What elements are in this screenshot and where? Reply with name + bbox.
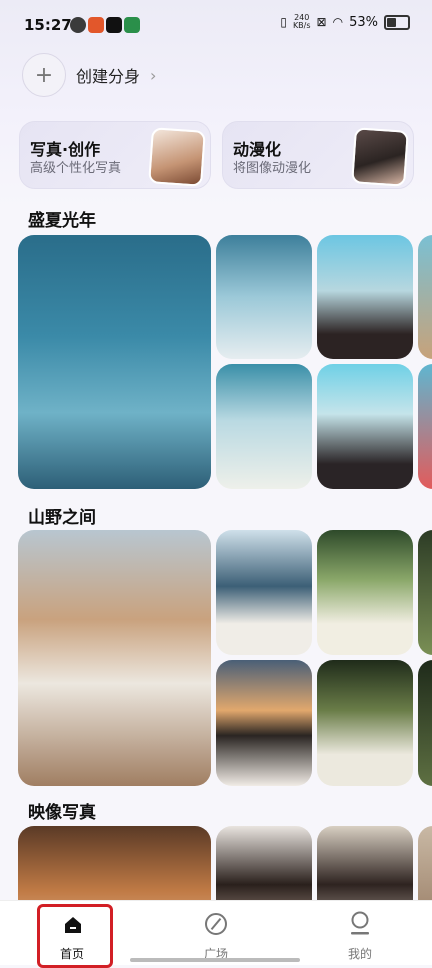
wifi-icon: ◠ [332, 15, 344, 29]
app-notification-icon [124, 17, 140, 33]
photo-tile[interactable] [418, 660, 432, 786]
section-title: 山野之间 [28, 508, 96, 528]
nav-profile-label: 我的 [347, 947, 372, 961]
plus-icon: + [22, 53, 66, 97]
photo-tile[interactable] [317, 530, 413, 655]
battery-percent: 53% [349, 14, 378, 30]
app-notification-icon [70, 17, 86, 33]
chevron-right-icon: › [150, 65, 157, 85]
card-subtitle: 高级个性化写真 [30, 161, 122, 176]
photo-tile[interactable] [317, 235, 413, 359]
photo-tile[interactable] [418, 235, 432, 359]
photo-tile[interactable] [216, 364, 312, 489]
tiktok-icon [106, 17, 122, 33]
photo-tile[interactable] [18, 235, 211, 489]
photo-tile[interactable] [418, 530, 432, 655]
create-avatar-button[interactable]: + 创建分身 › [22, 53, 156, 97]
app-notification-icon [88, 17, 104, 33]
anime-card[interactable]: 动漫化 将图像动漫化 [222, 121, 414, 189]
section-title: 映像写真 [28, 803, 96, 823]
sim-icon: ⊠ [316, 15, 327, 29]
card-subtitle: 将图像动漫化 [233, 161, 312, 176]
photo-tile[interactable] [216, 530, 312, 655]
highlight-box [37, 904, 113, 968]
battery-icon [384, 14, 410, 30]
nav-profile[interactable]: 我的 [315, 901, 405, 965]
status-right: ▯ 240 KB/s ⊠ ◠ 53% [280, 14, 410, 30]
photo-tile[interactable] [418, 364, 432, 489]
status-time: 15:27 [24, 16, 72, 34]
photo-creation-card[interactable]: 写真·创作 高级个性化写真 [19, 121, 211, 189]
home-indicator [130, 958, 300, 962]
user-icon [351, 911, 369, 935]
vibrate-icon: ▯ [280, 15, 287, 29]
create-avatar-label: 创建分身 [76, 67, 141, 86]
photo-tile[interactable] [317, 364, 413, 489]
photo-tile[interactable] [18, 530, 211, 786]
photo-tile[interactable] [216, 660, 312, 786]
status-bar: 15:27 ▯ 240 KB/s ⊠ ◠ 53% [0, 0, 432, 50]
photo-tile[interactable] [216, 235, 312, 359]
card-thumbnail [351, 127, 409, 187]
card-thumbnail [148, 127, 206, 187]
net-speed: 240 KB/s [292, 13, 311, 30]
compass-icon [205, 913, 227, 935]
photo-tile[interactable] [317, 660, 413, 786]
nav-plaza[interactable]: 广场 [171, 901, 261, 965]
section-title: 盛夏光年 [28, 211, 96, 231]
